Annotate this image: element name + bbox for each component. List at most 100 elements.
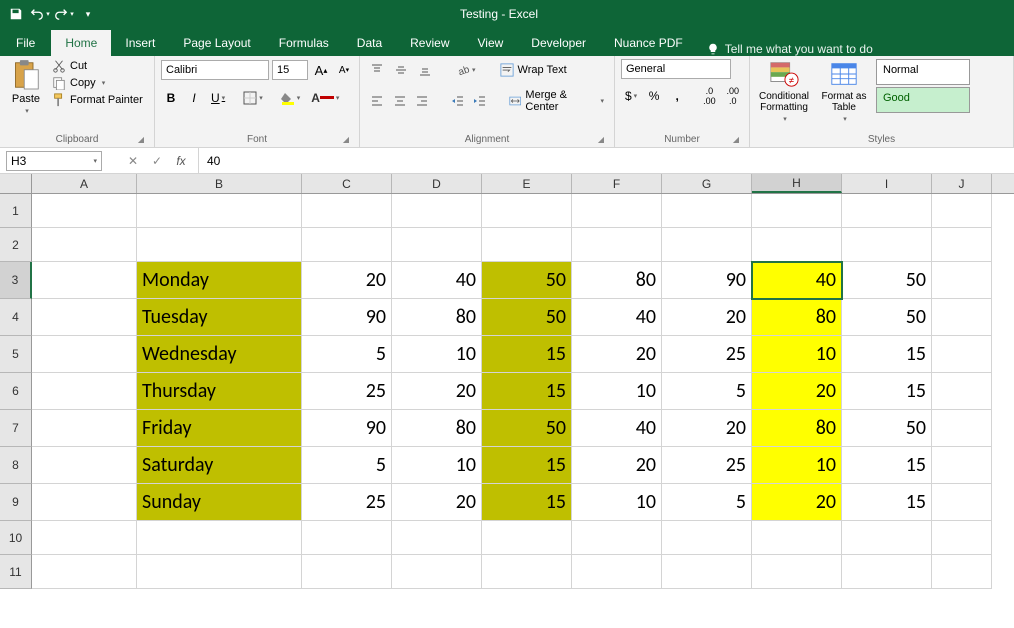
underline-button[interactable]: U▾ bbox=[207, 87, 229, 109]
conditional-formatting-button[interactable]: ≠ Conditional Formatting▾ bbox=[756, 59, 812, 123]
cell-B3[interactable]: Monday bbox=[137, 262, 302, 299]
cell-D5[interactable]: 10 bbox=[392, 336, 482, 373]
select-all-corner[interactable] bbox=[0, 174, 32, 193]
cell-A9[interactable] bbox=[32, 484, 137, 521]
cell-J10[interactable] bbox=[932, 521, 992, 555]
font-launcher-icon[interactable]: ◢ bbox=[341, 135, 351, 145]
cell-D6[interactable]: 20 bbox=[392, 373, 482, 410]
cell-D2[interactable] bbox=[392, 228, 482, 262]
copy-button[interactable]: Copy ▾ bbox=[52, 76, 143, 90]
cell-E1[interactable] bbox=[482, 194, 572, 228]
row-header-3[interactable]: 3 bbox=[0, 262, 32, 299]
cell-G11[interactable] bbox=[662, 555, 752, 589]
row-header-6[interactable]: 6 bbox=[0, 373, 32, 410]
row-header-11[interactable]: 11 bbox=[0, 555, 32, 589]
cell-F11[interactable] bbox=[572, 555, 662, 589]
cell-G1[interactable] bbox=[662, 194, 752, 228]
cell-B9[interactable]: Sunday bbox=[137, 484, 302, 521]
cell-H7[interactable]: 80 bbox=[752, 410, 842, 447]
cell-E11[interactable] bbox=[482, 555, 572, 589]
cell-H9[interactable]: 20 bbox=[752, 484, 842, 521]
column-header-I[interactable]: I bbox=[842, 174, 932, 193]
number-format-input[interactable] bbox=[621, 59, 731, 79]
align-bottom-icon[interactable] bbox=[414, 59, 436, 81]
cell-I6[interactable]: 15 bbox=[842, 373, 932, 410]
cell-G8[interactable]: 25 bbox=[662, 447, 752, 484]
cell-E3[interactable]: 50 bbox=[482, 262, 572, 299]
cell-H2[interactable] bbox=[752, 228, 842, 262]
align-middle-icon[interactable] bbox=[390, 59, 412, 81]
cell-C2[interactable] bbox=[302, 228, 392, 262]
alignment-launcher-icon[interactable]: ◢ bbox=[596, 135, 606, 145]
cell-G9[interactable]: 5 bbox=[662, 484, 752, 521]
cell-C3[interactable]: 20 bbox=[302, 262, 392, 299]
cell-D7[interactable]: 80 bbox=[392, 410, 482, 447]
cell-E4[interactable]: 50 bbox=[482, 299, 572, 336]
undo-icon[interactable]: ▾ bbox=[30, 4, 50, 24]
cell-E2[interactable] bbox=[482, 228, 572, 262]
cell-B4[interactable]: Tuesday bbox=[137, 299, 302, 336]
cell-H10[interactable] bbox=[752, 521, 842, 555]
cell-E9[interactable]: 15 bbox=[482, 484, 572, 521]
bold-button[interactable]: B bbox=[161, 87, 181, 109]
cell-E5[interactable]: 15 bbox=[482, 336, 572, 373]
percent-format-button[interactable]: % bbox=[644, 85, 664, 107]
cell-C7[interactable]: 90 bbox=[302, 410, 392, 447]
cell-F7[interactable]: 40 bbox=[572, 410, 662, 447]
cell-J6[interactable] bbox=[932, 373, 992, 410]
cell-J9[interactable] bbox=[932, 484, 992, 521]
cell-E7[interactable]: 50 bbox=[482, 410, 572, 447]
tab-nuance-pdf[interactable]: Nuance PDF bbox=[600, 30, 697, 56]
column-header-A[interactable]: A bbox=[32, 174, 137, 193]
cell-A3[interactable] bbox=[32, 262, 137, 299]
column-header-E[interactable]: E bbox=[482, 174, 572, 193]
decrease-decimal-icon[interactable]: .00.0 bbox=[723, 85, 743, 107]
cell-I2[interactable] bbox=[842, 228, 932, 262]
merge-center-button[interactable]: Merge & Center ▾ bbox=[505, 87, 608, 115]
cell-C8[interactable]: 5 bbox=[302, 447, 392, 484]
cell-J2[interactable] bbox=[932, 228, 992, 262]
paste-button[interactable]: Paste ▾ bbox=[6, 59, 46, 132]
style-good[interactable]: Good bbox=[876, 87, 970, 113]
cell-F8[interactable]: 20 bbox=[572, 447, 662, 484]
italic-button[interactable]: I bbox=[184, 87, 204, 109]
cell-D3[interactable]: 40 bbox=[392, 262, 482, 299]
cell-H11[interactable] bbox=[752, 555, 842, 589]
row-header-2[interactable]: 2 bbox=[0, 228, 32, 262]
cell-G4[interactable]: 20 bbox=[662, 299, 752, 336]
cell-H5[interactable]: 10 bbox=[752, 336, 842, 373]
tab-home[interactable]: Home bbox=[51, 30, 111, 56]
column-header-H[interactable]: H bbox=[752, 174, 842, 193]
cell-H6[interactable]: 20 bbox=[752, 373, 842, 410]
cell-I7[interactable]: 50 bbox=[842, 410, 932, 447]
column-header-F[interactable]: F bbox=[572, 174, 662, 193]
number-launcher-icon[interactable]: ◢ bbox=[731, 135, 741, 145]
cell-E10[interactable] bbox=[482, 521, 572, 555]
cell-I9[interactable]: 15 bbox=[842, 484, 932, 521]
cell-B5[interactable]: Wednesday bbox=[137, 336, 302, 373]
fx-icon[interactable]: fx bbox=[170, 151, 192, 171]
borders-button[interactable]: ▾ bbox=[239, 87, 267, 109]
save-icon[interactable] bbox=[6, 4, 26, 24]
accounting-format-button[interactable]: $▾ bbox=[621, 85, 641, 107]
cell-F3[interactable]: 80 bbox=[572, 262, 662, 299]
clipboard-launcher-icon[interactable]: ◢ bbox=[136, 135, 146, 145]
cell-D1[interactable] bbox=[392, 194, 482, 228]
cell-A5[interactable] bbox=[32, 336, 137, 373]
cell-C11[interactable] bbox=[302, 555, 392, 589]
cell-I4[interactable]: 50 bbox=[842, 299, 932, 336]
cell-D11[interactable] bbox=[392, 555, 482, 589]
cell-C6[interactable]: 25 bbox=[302, 373, 392, 410]
column-header-J[interactable]: J bbox=[932, 174, 992, 193]
cell-I3[interactable]: 50 bbox=[842, 262, 932, 299]
format-painter-button[interactable]: Format Painter bbox=[52, 93, 143, 107]
row-header-4[interactable]: 4 bbox=[0, 299, 32, 336]
cell-G7[interactable]: 20 bbox=[662, 410, 752, 447]
redo-icon[interactable]: ▾ bbox=[54, 4, 74, 24]
tab-file[interactable]: File bbox=[0, 30, 51, 56]
cell-G3[interactable]: 90 bbox=[662, 262, 752, 299]
cell-F5[interactable]: 20 bbox=[572, 336, 662, 373]
wrap-text-button[interactable]: Wrap Text bbox=[496, 61, 571, 79]
align-left-icon[interactable] bbox=[366, 90, 387, 112]
cut-button[interactable]: Cut bbox=[52, 59, 143, 73]
